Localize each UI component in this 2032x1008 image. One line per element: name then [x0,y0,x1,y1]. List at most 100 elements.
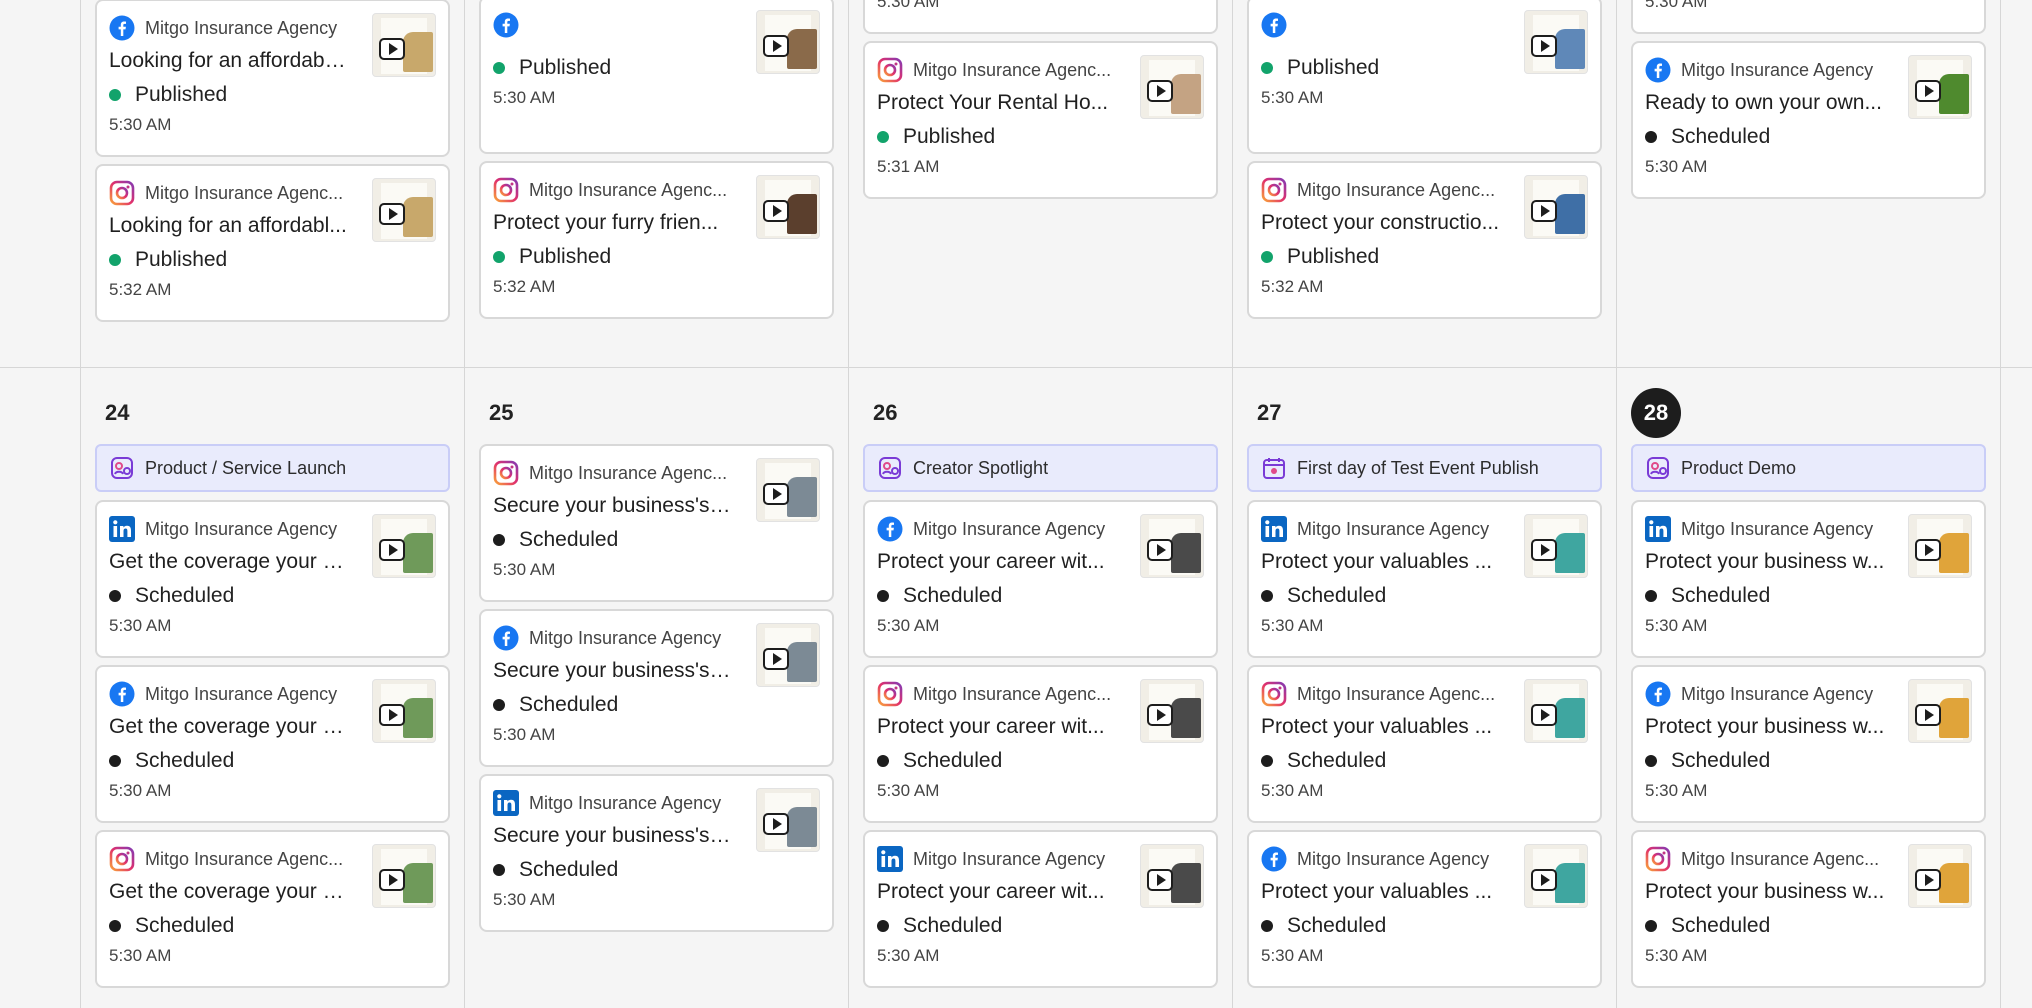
post-card[interactable]: Mitgo Insurance Agenc... Protect your fur… [479,161,834,319]
post-card[interactable]: Published 5:30 AM [479,0,834,154]
post-thumbnail[interactable] [1140,844,1204,908]
post-time: 5:30 AM [109,616,172,635]
post-card[interactable]: Mitgo Insurance Agency Get the coverage y… [95,500,450,658]
post-time: 5:30 AM [493,88,556,107]
status-badge: Scheduled [493,693,820,717]
post-card[interactable]: Mitgo Insurance Agency Protect your caree… [863,830,1218,988]
post-card[interactable]: Mitgo Insurance Agenc... Get the coverage… [95,830,450,988]
post-thumbnail[interactable] [1524,175,1588,239]
post-list: Published 5:30 AM Mitgo Insurance Agenc...… [1247,0,1602,326]
event-tag[interactable]: First day of Test Event Publish [1247,444,1602,492]
thumbnail-art [787,194,817,234]
thumbnail-art [1171,863,1201,903]
post-card[interactable]: Mitgo Insurance Agenc... Protect your val… [1247,665,1602,823]
post-time: 5:30 AM [493,725,556,744]
post-card[interactable]: Mitgo Insurance Agency Protect your valua… [1247,500,1602,658]
post-card[interactable]: Mitgo Insurance Agenc... Protect your bus… [1631,830,1986,988]
post-title: Secure your business's f... [493,494,733,517]
event-tag[interactable]: Creator Spotlight [863,444,1218,492]
date-label: 27 [1257,400,1282,425]
event-tag[interactable]: Product / Service Launch [95,444,450,492]
post-card[interactable]: Mitgo Insurance Agency Protect your caree… [863,500,1218,658]
post-card[interactable]: Published 5:30 AM [1247,0,1602,154]
post-title: Secure your business's f... [493,824,733,847]
instagram-icon [109,846,135,872]
post-thumbnail[interactable] [1908,844,1972,908]
thumbnail-art [1939,698,1969,738]
post-card[interactable]: Mitgo Insurance Agenc... Protect your car… [863,665,1218,823]
status-label: Published [519,56,612,79]
post-card[interactable]: Mitgo Insurance Agency Protect your valua… [1247,830,1602,988]
status-label: Scheduled [1671,125,1771,148]
calendar-month-view: 5:30 AM Mitgo Insurance Agency Looking for… [0,0,2032,1008]
event-tag[interactable]: Product Demo [1631,444,1986,492]
video-play-icon [1531,200,1557,222]
post-title: Get the coverage your b... [109,715,349,738]
post-thumbnail[interactable] [372,514,436,578]
status-label: Published [1287,56,1380,79]
post-thumbnail[interactable] [1140,55,1204,119]
instagram-icon [877,681,903,707]
post-thumbnail[interactable] [756,10,820,74]
post-time: 5:30 AM [493,890,556,909]
post-card[interactable]: Mitgo Insurance Agenc... Protect Your Ren… [863,41,1218,199]
status-dot [109,920,121,932]
today-date: 28 [1631,388,1681,438]
post-title: Looking for an affordable... [109,49,349,72]
post-thumbnail[interactable] [1140,514,1204,578]
status-badge: Scheduled [1645,914,1972,938]
status-dot [1645,755,1657,767]
status-badge: Scheduled [493,528,820,552]
post-card[interactable]: Mitgo Insurance Agenc... Protect your con… [1247,161,1602,319]
video-play-icon [379,203,405,225]
post-thumbnail[interactable] [372,13,436,77]
post-thumbnail[interactable] [1908,514,1972,578]
thumbnail-art [403,698,433,738]
status-dot [1645,131,1657,143]
video-play-icon [1147,80,1173,102]
post-thumbnail[interactable] [372,679,436,743]
post-thumbnail[interactable] [1140,679,1204,743]
instagram-icon [493,460,519,486]
post-thumbnail[interactable] [1524,10,1588,74]
post-title: Looking for an affordabl... [109,214,347,237]
post-card[interactable]: Mitgo Insurance Agenc... Secure your busi… [479,444,834,602]
post-card[interactable]: Mitgo Insurance Agency Secure your busine… [479,774,834,932]
post-thumbnail[interactable] [372,844,436,908]
post-thumbnail[interactable] [1524,844,1588,908]
facebook-icon [1645,57,1671,83]
status-badge: Scheduled [493,858,820,882]
post-title: Protect your career wit... [877,715,1105,738]
post-thumbnail[interactable] [756,623,820,687]
post-thumbnail[interactable] [756,788,820,852]
status-label: Scheduled [135,584,235,607]
post-thumbnail[interactable] [1524,514,1588,578]
post-card[interactable]: Mitgo Insurance Agency Ready to own your … [1631,41,1986,199]
thumbnail-art [787,807,817,847]
post-time: 5:32 AM [1261,277,1324,296]
post-time: 5:30 AM [1645,781,1708,800]
post-card[interactable]: Mitgo Insurance Agency Get the coverage y… [95,665,450,823]
post-thumbnail[interactable] [1524,679,1588,743]
post-thumbnail[interactable] [1908,55,1972,119]
video-play-icon [379,38,405,60]
post-card[interactable]: Mitgo Insurance Agency Protect your busin… [1631,665,1986,823]
status-dot [1261,920,1273,932]
post-title: Ready to own your own... [1645,91,1882,114]
post-thumbnail[interactable] [372,178,436,242]
post-time: 5:30 AM [1645,0,1708,11]
post-card[interactable]: Mitgo Insurance Agenc... Looking for an a… [95,164,450,322]
status-badge: Scheduled [877,914,1204,938]
post-time: 5:30 AM [1261,946,1324,965]
post-thumbnail[interactable] [1908,679,1972,743]
status-label: Scheduled [519,693,619,716]
facebook-icon [877,516,903,542]
post-thumbnail[interactable] [756,458,820,522]
post-card[interactable]: Mitgo Insurance Agency Protect your busin… [1631,500,1986,658]
post-card[interactable]: Mitgo Insurance AgencyProtect Your Renta… [863,0,1218,34]
post-card[interactable]: Mitgo Insurance Agency Secure your busine… [479,609,834,767]
post-card[interactable]: Mitgo Insurance Agenc...Ready to own you… [1631,0,1986,34]
post-card[interactable]: Mitgo Insurance Agency Looking for an aff… [95,0,450,157]
post-time: 5:32 AM [493,277,556,296]
post-thumbnail[interactable] [756,175,820,239]
